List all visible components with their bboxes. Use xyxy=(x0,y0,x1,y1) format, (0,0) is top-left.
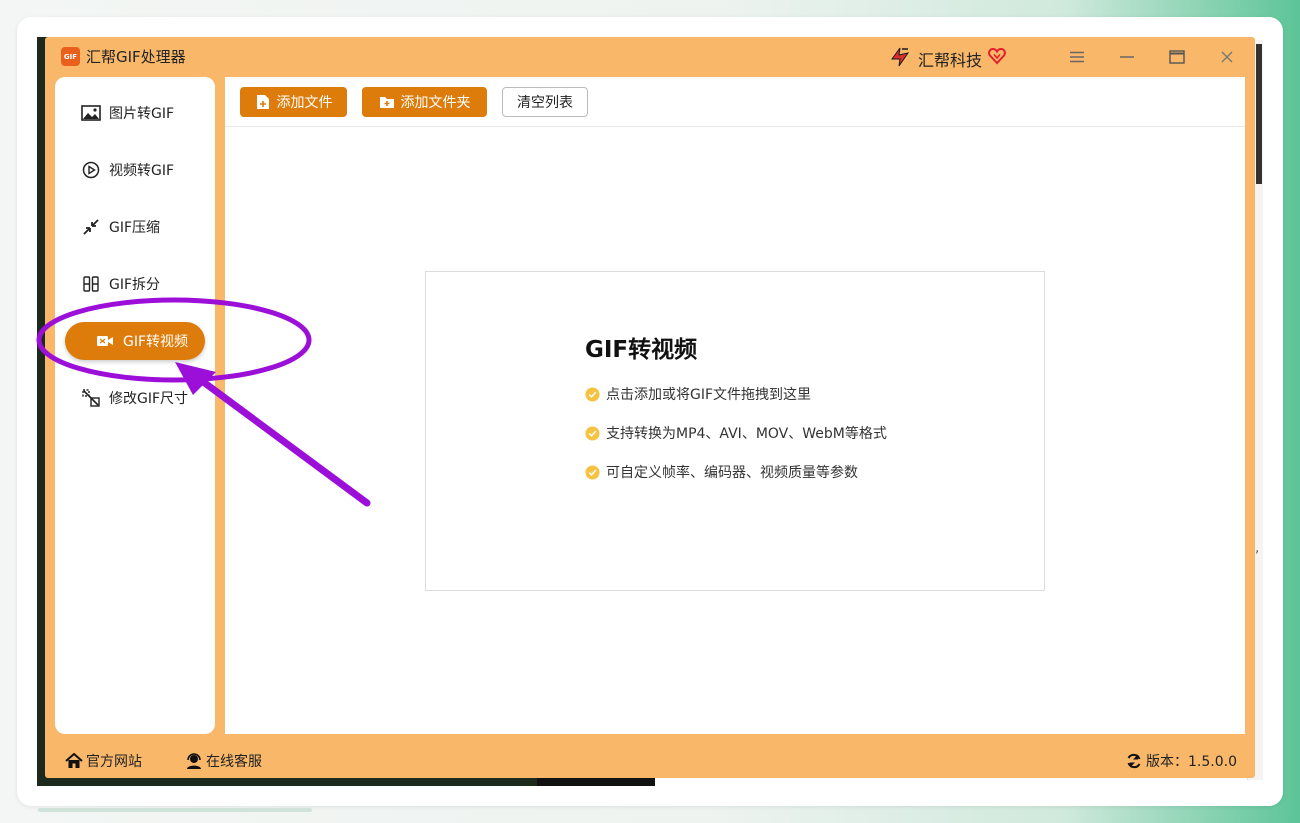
refresh-icon xyxy=(1125,752,1143,770)
sidebar-item-label: 视频转GIF xyxy=(109,163,175,179)
brand-logo-icon xyxy=(891,47,910,67)
sidebar-item-label: 图片转GIF xyxy=(109,106,175,122)
add-file-label: 添加文件 xyxy=(276,95,333,111)
home-icon xyxy=(65,752,83,770)
drop-zone-hint-text: 点击添加或将GIF文件拖拽到这里 xyxy=(606,387,812,403)
online-support-link[interactable]: 在线客服 xyxy=(185,751,262,771)
sidebar-item-gif-split[interactable]: GIF拆分 xyxy=(55,264,215,304)
maximize-button[interactable] xyxy=(1163,45,1191,69)
background-scrollbar xyxy=(1256,44,1262,184)
sidebar-item-image-to-gif[interactable]: 图片转GIF xyxy=(55,93,215,133)
drop-zone[interactable]: GIF转视频 点击添加或将GIF文件拖拽到这里 支持转换为MP4、AVI、MOV… xyxy=(425,271,1045,591)
sidebar-item-label: 修改GIF尺寸 xyxy=(109,391,189,407)
sidebar-item-video-to-gif[interactable]: 视频转GIF xyxy=(55,150,215,190)
support-agent-icon xyxy=(185,752,203,770)
folder-plus-icon xyxy=(379,94,395,110)
toolbar: 添加文件 添加文件夹 清空列表 xyxy=(225,77,1245,127)
drop-zone-hint-text: 可自定义帧率、编码器、视频质量等参数 xyxy=(606,465,858,481)
sidebar-item-label: GIF压缩 xyxy=(109,220,161,236)
drop-zone-hint: 点击添加或将GIF文件拖拽到这里 xyxy=(585,384,811,404)
app-logo-icon: GIF xyxy=(61,47,80,66)
clear-list-button[interactable]: 清空列表 xyxy=(502,87,588,117)
minimize-button[interactable] xyxy=(1113,45,1141,69)
sidebar: 图片转GIF 视频转GIF GIF压缩 GIF拆分 GIF转视频 修改GIF尺寸 xyxy=(55,77,215,734)
official-website-label: 官方网站 xyxy=(86,754,142,770)
online-support-label: 在线客服 xyxy=(206,754,262,770)
official-website-link[interactable]: 官方网站 xyxy=(65,751,142,771)
title-bar[interactable]: GIF 汇帮GIF处理器 汇帮科技 xyxy=(45,37,1255,77)
menu-button[interactable] xyxy=(1063,45,1091,69)
add-folder-label: 添加文件夹 xyxy=(400,95,471,111)
sidebar-item-gif-to-video[interactable]: GIF转视频 xyxy=(65,322,205,360)
add-file-button[interactable]: 添加文件 xyxy=(240,87,347,117)
close-icon xyxy=(1221,51,1233,63)
drop-zone-title: GIF转视频 xyxy=(585,337,698,363)
main-panel: 添加文件 添加文件夹 清空列表 GIF转视频 点击添加或将GIF文件拖拽到这里 … xyxy=(225,77,1245,734)
brand-name: 汇帮科技 xyxy=(918,51,983,70)
compress-icon xyxy=(81,217,101,237)
app-title: 汇帮GIF处理器 xyxy=(86,48,186,66)
drop-zone-hint: 可自定义帧率、编码器、视频质量等参数 xyxy=(585,462,858,482)
check-circle-icon xyxy=(585,386,600,402)
video-icon xyxy=(95,331,115,351)
check-circle-icon xyxy=(585,425,600,441)
menu-icon xyxy=(1070,51,1084,63)
clear-list-label: 清空列表 xyxy=(517,95,573,111)
version-info[interactable]: 版本：1.5.0.0 xyxy=(1125,751,1237,771)
add-folder-button[interactable]: 添加文件夹 xyxy=(362,87,487,117)
image-icon xyxy=(81,103,101,123)
heart-icon xyxy=(988,47,1006,65)
version-label: 版本：1.5.0.0 xyxy=(1146,754,1237,770)
file-plus-icon xyxy=(255,94,271,110)
close-button[interactable] xyxy=(1213,45,1241,69)
drop-zone-hint: 支持转换为MP4、AVI、MOV、WebM等格式 xyxy=(585,423,887,443)
maximize-icon xyxy=(1169,50,1185,64)
background-bar xyxy=(38,808,312,812)
drop-zone-hint-text: 支持转换为MP4、AVI、MOV、WebM等格式 xyxy=(606,426,887,442)
resize-icon xyxy=(81,388,101,408)
sidebar-item-label: GIF拆分 xyxy=(109,277,161,293)
app-window: GIF 汇帮GIF处理器 汇帮科技 图片转GIF 视频转GIF GIF压缩 GI… xyxy=(45,37,1255,778)
play-circle-icon xyxy=(81,160,101,180)
split-icon xyxy=(81,274,101,294)
sidebar-item-label: GIF转视频 xyxy=(123,334,189,350)
sidebar-item-resize-gif[interactable]: 修改GIF尺寸 xyxy=(55,378,215,418)
sidebar-item-gif-compress[interactable]: GIF压缩 xyxy=(55,207,215,247)
minimize-icon xyxy=(1120,56,1134,58)
check-circle-icon xyxy=(585,464,600,480)
